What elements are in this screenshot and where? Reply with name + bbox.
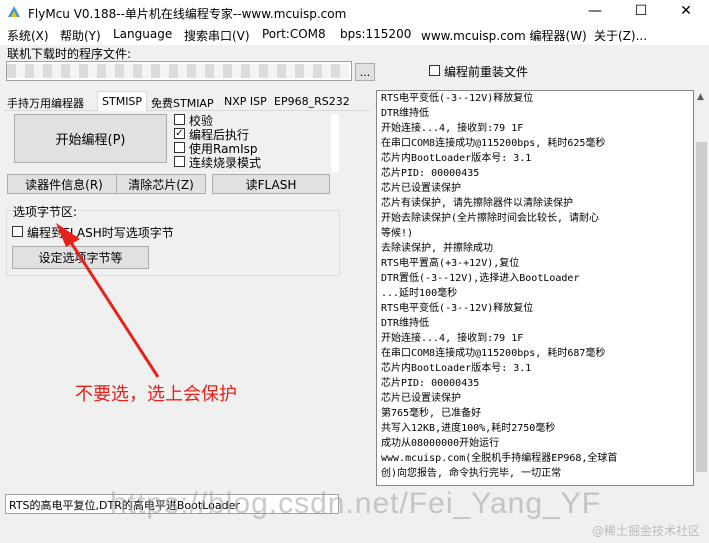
- log-scrollbar[interactable]: ▲: [694, 90, 709, 486]
- program-file-label: 联机下载时的程序文件:: [7, 47, 132, 61]
- tab-ep968-rs232[interactable]: EP968_RS232: [270, 93, 354, 110]
- reload-before-program-checkbox[interactable]: [429, 65, 440, 76]
- read-device-info-button[interactable]: 读器件信息(R): [7, 174, 121, 194]
- log-line: 芯片已设置读保护: [381, 393, 461, 404]
- log-line: RTS电平变低(-3--12V)释放复位: [381, 303, 534, 314]
- verify-checkbox[interactable]: [174, 114, 185, 125]
- tab-nxp-isp[interactable]: NXP ISP: [220, 93, 271, 110]
- menu-programmer[interactable]: www.mcuisp.com 编程器(W): [421, 27, 587, 44]
- scroll-thumb[interactable]: [696, 142, 707, 472]
- maximize-button[interactable]: ☐: [618, 0, 664, 25]
- menu-language[interactable]: Language: [113, 27, 172, 41]
- tab-free-stmiap[interactable]: 免费STMIAP: [147, 93, 218, 110]
- log-line: 在串口COM8连接成功@115200bps, 耗时687毫秒: [381, 348, 606, 359]
- log-line: 开始去除读保护(全片擦除时间会比较长, 请耐心: [381, 213, 600, 224]
- menu-bps[interactable]: bps:115200: [340, 27, 411, 41]
- menu-about[interactable]: 关于(Z)...: [594, 27, 647, 44]
- annotation-text: 不要选，选上会保护: [75, 384, 237, 405]
- log-line: RTS电平置高(+3-+12V),复位: [381, 258, 520, 269]
- path-obscured-region: [7, 64, 349, 78]
- menu-search-port[interactable]: 搜索串口(V): [184, 27, 250, 44]
- log-line: 在串口COM8连接成功@115200bps, 耗时625毫秒: [381, 138, 606, 149]
- reload-before-program-label: 编程前重装文件: [444, 65, 529, 79]
- erase-chip-button[interactable]: 清除芯片(Z): [116, 174, 206, 194]
- menu-bar: 系统(X) 帮助(Y) Language 搜索串口(V) Port:COM8 b…: [0, 25, 709, 45]
- read-flash-button[interactable]: 读FLASH: [212, 174, 330, 194]
- log-line: 创)向您报告, 命令执行完毕, 一切正常: [381, 468, 562, 479]
- log-line: 芯片内BootLoader版本号: 3.1: [381, 363, 532, 374]
- flymcu-app-icon: [8, 6, 20, 17]
- log-line: 去除读保护, 并擦除成功: [381, 243, 494, 254]
- log-line: www.mcuisp.com(全脱机手持编程器EP968,全球首: [381, 453, 618, 464]
- minimize-button[interactable]: —: [572, 0, 618, 25]
- continuous-burn-checkbox[interactable]: [174, 156, 185, 167]
- log-line: 芯片已设置读保护: [381, 183, 461, 194]
- log-line: ...延时100毫秒: [381, 288, 458, 299]
- tab-handheld-programmer[interactable]: 手持万用编程器: [3, 93, 88, 110]
- log-line: 开始连接...4, 接收到:79 1F: [381, 333, 524, 344]
- log-line: 芯片PID: 00000435: [381, 168, 480, 179]
- browse-button[interactable]: ...: [355, 63, 375, 81]
- tab-stmisp[interactable]: STMISP: [97, 91, 148, 111]
- menu-port[interactable]: Port:COM8: [262, 27, 326, 41]
- log-line: 第765毫秒, 已准备好: [381, 408, 482, 419]
- output-log[interactable]: RTS电平变低(-3--12V)释放复位 DTR维持低 开始连接...4, 接收到:…: [376, 90, 694, 486]
- log-line: DTR维持低: [381, 318, 430, 329]
- title-bar: FlyMcu V0.188--单片机在线编程专家--www.mcuisp.com…: [0, 0, 709, 25]
- log-line: DTR维持低: [381, 108, 430, 119]
- log-line: 开始连接...4, 接收到:79 1F: [381, 123, 524, 134]
- juejin-watermark: @稀土掘金技术社区: [592, 524, 701, 538]
- run-after-program-checkbox[interactable]: ✓: [174, 128, 185, 139]
- log-line: 共写入12KB,进度100%,耗时2750毫秒: [381, 423, 556, 434]
- start-program-button[interactable]: 开始编程(P): [14, 114, 167, 163]
- log-line: 芯片有读保护, 请先擦除器件以清除读保护: [381, 198, 574, 209]
- csdn-url-watermark: https://blog.csdn.net/Fei_Yang_YF: [110, 487, 602, 520]
- write-option-bytes-checkbox[interactable]: [12, 226, 23, 237]
- continuous-burn-label: 连续烧录模式: [189, 156, 262, 170]
- log-line: DTR置低(-3--12V),选择进入BootLoader: [381, 273, 580, 284]
- scroll-up-icon[interactable]: ▲: [697, 92, 704, 102]
- log-lines: RTS电平变低(-3--12V)释放复位 DTR维持低 开始连接...4, 接收到:…: [377, 91, 693, 481]
- close-button[interactable]: ✕: [663, 0, 709, 25]
- log-line: 芯片PID: 00000435: [381, 378, 480, 389]
- menu-system[interactable]: 系统(X): [7, 27, 49, 44]
- log-line: 成功从08000000开始运行: [381, 438, 500, 449]
- program-file-path-input[interactable]: [6, 61, 352, 81]
- annotation-arrow-icon: [56, 223, 160, 378]
- log-line: 芯片内BootLoader版本号: 3.1: [381, 153, 532, 164]
- log-line: RTS电平变低(-3--12V)释放复位: [381, 93, 534, 104]
- log-line: 等候!): [381, 228, 414, 239]
- panel-edge: [331, 114, 339, 172]
- window-title: FlyMcu V0.188--单片机在线编程专家--www.mcuisp.com: [28, 7, 347, 21]
- menu-help[interactable]: 帮助(Y): [60, 27, 101, 44]
- use-ramisp-checkbox[interactable]: [174, 142, 185, 153]
